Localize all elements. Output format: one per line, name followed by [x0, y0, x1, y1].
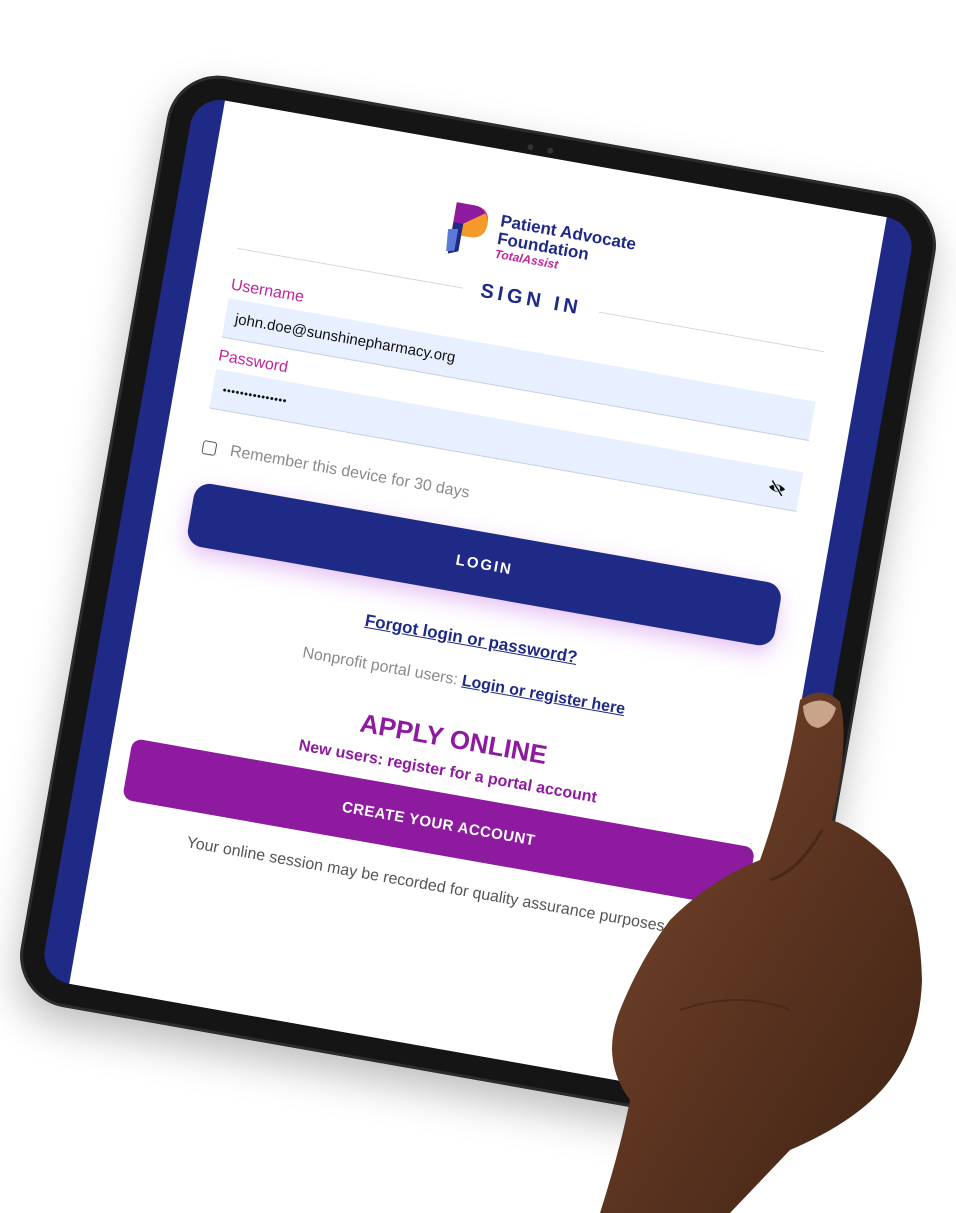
login-button[interactable]: LOGIN	[185, 481, 784, 648]
remember-device-checkbox[interactable]	[201, 439, 218, 457]
eye-slash-icon[interactable]	[767, 478, 788, 499]
logo-mark-icon	[446, 202, 489, 254]
nonprofit-portal-text: Nonprofit portal users:	[301, 644, 464, 690]
sensor-dot	[546, 147, 554, 155]
holding-hand-image	[600, 692, 922, 1213]
logo-text: Patient Advocate Foundation TotalAssist	[494, 211, 638, 283]
divider-right	[599, 311, 825, 352]
password-value: •••••••••••••••	[221, 384, 289, 408]
signin-title: SIGN IN	[478, 279, 584, 319]
camera-dot	[527, 143, 534, 151]
divider-left	[237, 247, 463, 289]
